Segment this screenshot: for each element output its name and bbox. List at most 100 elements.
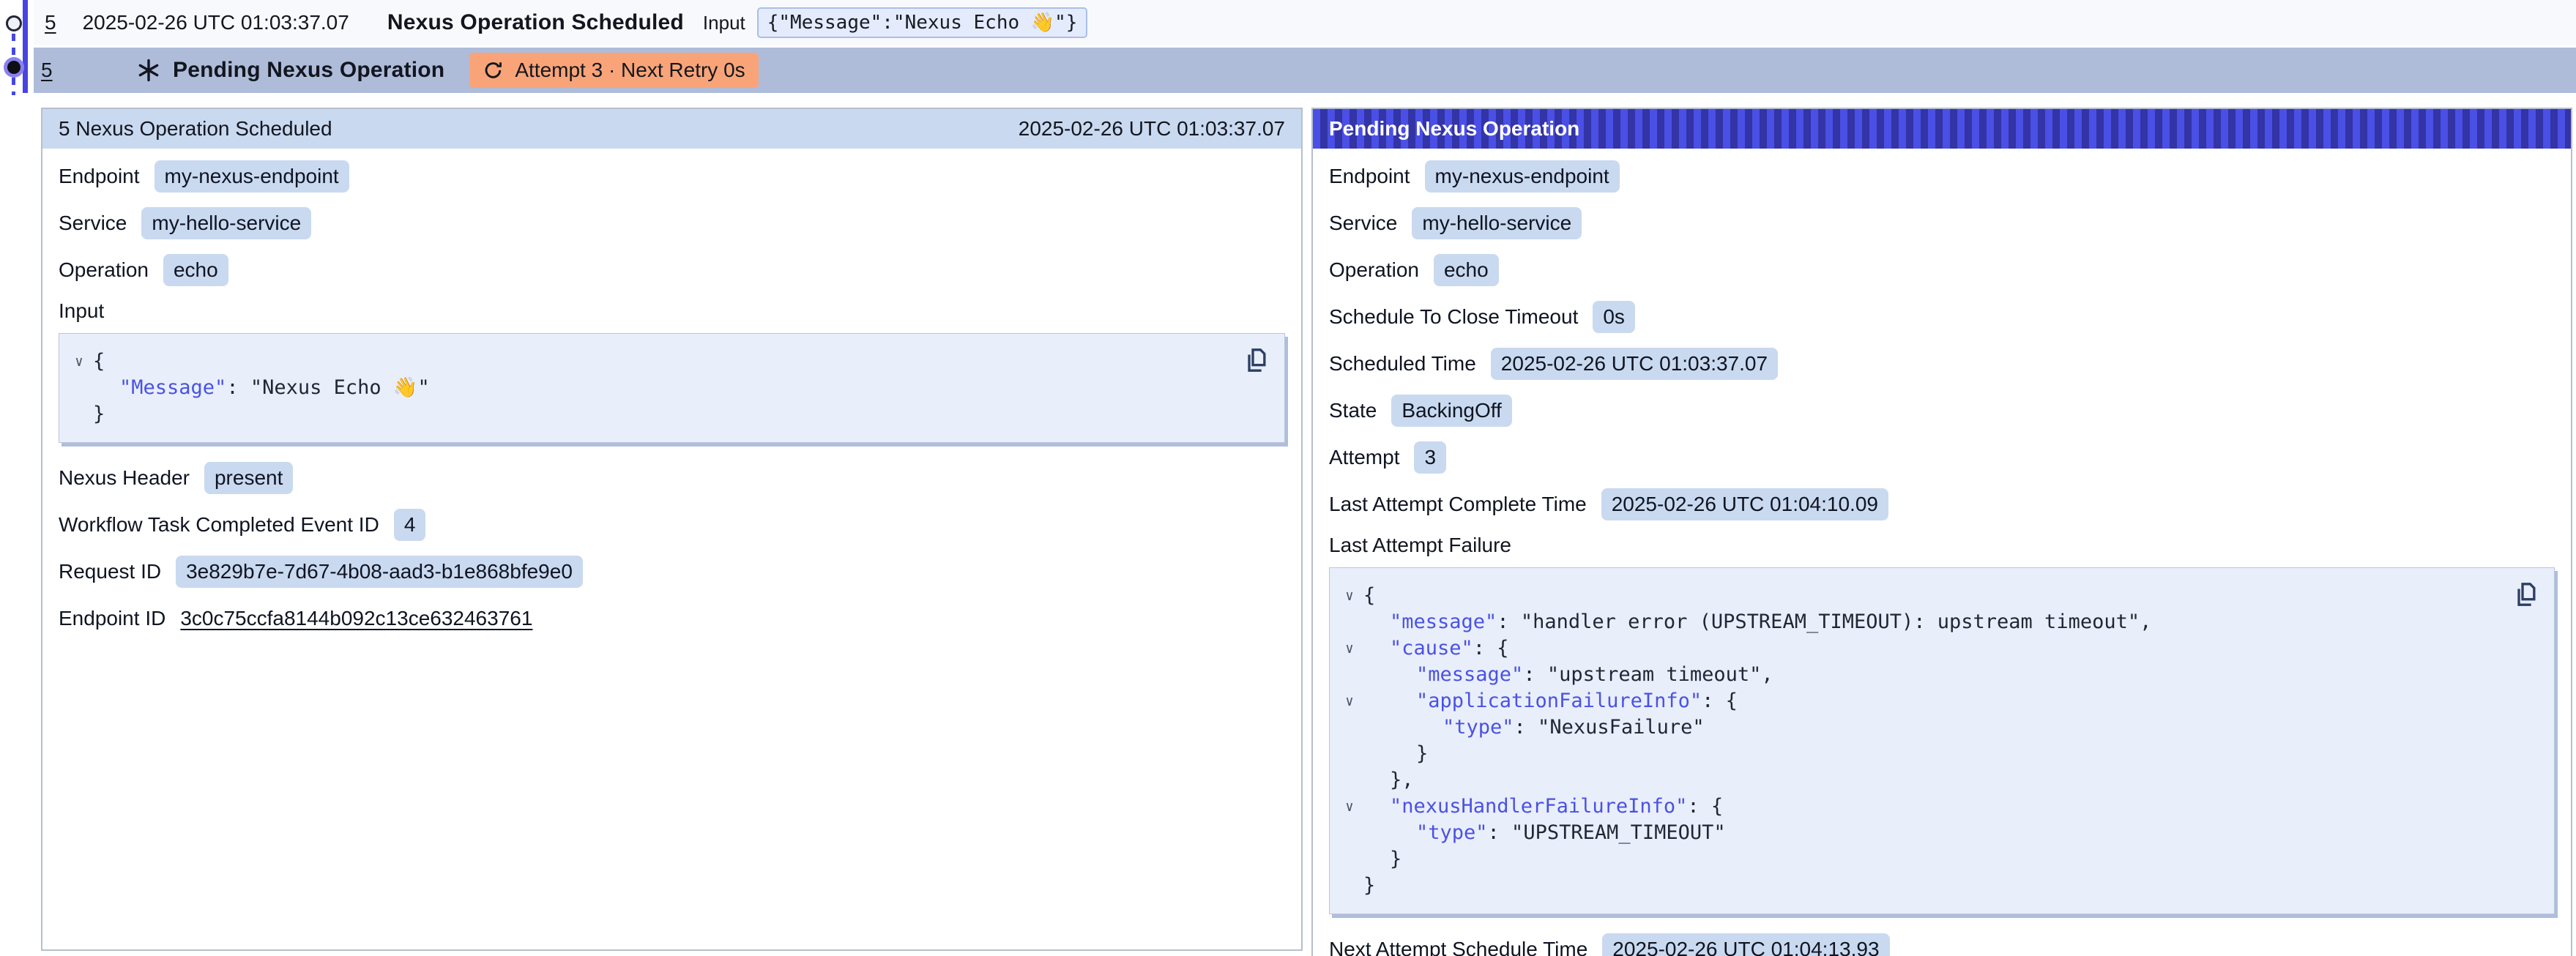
- json-line-text: "type": "NexusFailure": [1363, 714, 1705, 741]
- field-label: Schedule To Close Timeout: [1329, 305, 1578, 329]
- field-label: Scheduled Time: [1329, 352, 1476, 376]
- field-label: Endpoint: [1329, 165, 1410, 188]
- detail-field-row: Endpoint my-nexus-endpoint: [1329, 159, 2555, 194]
- event-title: Nexus Operation Scheduled: [387, 10, 684, 35]
- json-line: "message": "handler error (UPSTREAM_TIME…: [1336, 609, 2503, 635]
- event-id-link[interactable]: 5: [45, 11, 56, 34]
- event-title: Pending Nexus Operation: [173, 58, 444, 83]
- json-line: ∨{: [65, 348, 1233, 375]
- json-line: "Message": "Nexus Echo 👋": [65, 375, 1233, 401]
- panel-title: Pending Nexus Operation: [1329, 117, 1579, 141]
- event-row-pending-nexus-operation[interactable]: 5 Pending Nexus Operation Attempt 3 · Ne…: [34, 48, 2576, 93]
- detail-field-row: State BackingOff: [1329, 393, 2555, 428]
- field-label: Attempt: [1329, 446, 1399, 469]
- field-label: Operation: [1329, 258, 1419, 282]
- panel-body: Endpoint my-nexus-endpoint Service my-he…: [42, 149, 1301, 636]
- detail-field-row: Request ID 3e829b7e-7d67-4b08-aad3-b1e86…: [59, 554, 1285, 589]
- field-label: Operation: [59, 258, 149, 282]
- schedule-to-close-timeout-value: 0s: [1593, 301, 1635, 333]
- json-line-text: "Message": "Nexus Echo 👋": [93, 375, 430, 401]
- failure-json-block: ∨{"message": "handler error (UPSTREAM_TI…: [1329, 567, 2555, 914]
- field-label: Endpoint ID: [59, 607, 165, 630]
- field-label: Next Attempt Schedule Time: [1329, 938, 1587, 956]
- json-line: ∨"cause": {: [1336, 635, 2503, 662]
- json-line: "type": "UPSTREAM_TIMEOUT": [1336, 820, 2503, 846]
- detail-field-row: Scheduled Time 2025-02-26 UTC 01:03:37.0…: [1329, 346, 2555, 381]
- json-line: ∨"applicationFailureInfo": {: [1336, 688, 2503, 714]
- retry-icon: [483, 59, 505, 81]
- field-label: Service: [1329, 212, 1397, 235]
- json-line-text: },: [1363, 767, 1414, 793]
- event-timestamp: 2025-02-26 UTC 01:03:37.07: [83, 11, 349, 34]
- retry-badge-text: Attempt 3 · Next Retry 0s: [515, 59, 745, 82]
- json-line: "type": "NexusFailure": [1336, 714, 2503, 741]
- copy-icon: [1242, 346, 1271, 375]
- timeline-event-marker-icon: [6, 15, 22, 31]
- gutter-spacer: [1336, 820, 1363, 846]
- endpoint-value: my-nexus-endpoint: [155, 160, 349, 193]
- gutter-spacer: [65, 401, 93, 427]
- collapse-chevron-icon[interactable]: ∨: [1336, 583, 1363, 609]
- endpoint-value: my-nexus-endpoint: [1425, 160, 1620, 193]
- detail-field-row: Last Attempt Complete Time 2025-02-26 UT…: [1329, 487, 2555, 522]
- collapse-chevron-icon[interactable]: ∨: [1336, 793, 1363, 820]
- gutter-spacer: [1336, 873, 1363, 899]
- gutter-spacer: [1336, 767, 1363, 793]
- json-line: },: [1336, 767, 2503, 793]
- json-line-text: "message": "handler error (UPSTREAM_TIME…: [1363, 609, 2151, 635]
- endpoint-id-link[interactable]: 3c0c75ccfa8144b092c13ce632463761: [180, 602, 532, 635]
- field-label: Last Attempt Complete Time: [1329, 493, 1587, 516]
- detail-field-row: Schedule To Close Timeout 0s: [1329, 299, 2555, 335]
- workflow-task-completed-event-id-value: 4: [394, 509, 426, 541]
- last-attempt-complete-time-value: 2025-02-26 UTC 01:04:10.09: [1601, 488, 1888, 520]
- json-line: "message": "upstream timeout",: [1336, 662, 2503, 688]
- field-label: State: [1329, 399, 1377, 422]
- detail-field-row: Endpoint ID 3c0c75ccfa8144b092c13ce63246…: [59, 601, 1285, 636]
- detail-field-row: Attempt 3: [1329, 440, 2555, 475]
- request-id-value: 3e829b7e-7d67-4b08-aad3-b1e868bfe9e0: [176, 556, 583, 588]
- detail-field-row: Endpoint my-nexus-endpoint: [59, 159, 1285, 194]
- copy-button[interactable]: [2510, 578, 2542, 610]
- timeline-active-bar: [23, 0, 28, 93]
- json-line: }: [65, 401, 1233, 427]
- json-line-text: }: [1363, 846, 1401, 873]
- json-line: ∨"nexusHandlerFailureInfo": {: [1336, 793, 2503, 820]
- detail-field-row: Workflow Task Completed Event ID 4: [59, 507, 1285, 542]
- last-attempt-failure-label: Last Attempt Failure: [1329, 534, 2555, 557]
- collapse-chevron-icon[interactable]: ∨: [1336, 688, 1363, 714]
- json-line-text: "type": "UPSTREAM_TIMEOUT": [1363, 820, 1726, 846]
- operation-value: echo: [1434, 254, 1499, 286]
- field-label: Nexus Header: [59, 466, 190, 490]
- timeline-pending-marker-icon: [7, 61, 21, 74]
- event-id-link[interactable]: 5: [41, 59, 136, 82]
- gutter-spacer: [1336, 714, 1363, 741]
- json-line-text: }: [93, 401, 105, 427]
- operation-value: echo: [163, 254, 228, 286]
- detail-field-row: Service my-hello-service: [59, 206, 1285, 241]
- field-label: Service: [59, 212, 127, 235]
- collapse-chevron-icon[interactable]: ∨: [65, 348, 93, 375]
- state-value: BackingOff: [1391, 395, 1511, 427]
- detail-field-row: Service my-hello-service: [1329, 206, 2555, 241]
- event-row-nexus-operation-scheduled[interactable]: 5 2025-02-26 UTC 01:03:37.07 Nexus Opera…: [34, 0, 2576, 45]
- detail-field-row: Next Attempt Schedule Time 2025-02-26 UT…: [1329, 932, 2555, 956]
- nexus-header-value: present: [204, 462, 293, 494]
- json-line: }: [1336, 846, 2503, 873]
- nexus-operation-scheduled-panel: 5 Nexus Operation Scheduled 2025-02-26 U…: [41, 108, 1303, 951]
- gutter-spacer: [65, 375, 93, 401]
- json-line-text: "message": "upstream timeout",: [1363, 662, 1773, 688]
- json-line-text: "cause": {: [1363, 635, 1509, 662]
- copy-button[interactable]: [1240, 344, 1273, 376]
- json-line: ∨{: [1336, 583, 2503, 609]
- timeline-dashed-connector: [12, 78, 15, 95]
- panel-header-pending: Pending Nexus Operation: [1313, 109, 2571, 149]
- collapse-chevron-icon[interactable]: ∨: [1336, 635, 1363, 662]
- attempt-value: 3: [1414, 441, 1446, 474]
- field-label: Workflow Task Completed Event ID: [59, 513, 379, 537]
- json-line-text: {: [93, 348, 105, 375]
- json-line: }: [1336, 741, 2503, 767]
- service-value: my-hello-service: [141, 207, 311, 239]
- gutter-spacer: [1336, 609, 1363, 635]
- panel-timestamp: 2025-02-26 UTC 01:03:37.07: [1019, 117, 1285, 141]
- event-history-rows: 5 2025-02-26 UTC 01:03:37.07 Nexus Opera…: [34, 0, 2576, 93]
